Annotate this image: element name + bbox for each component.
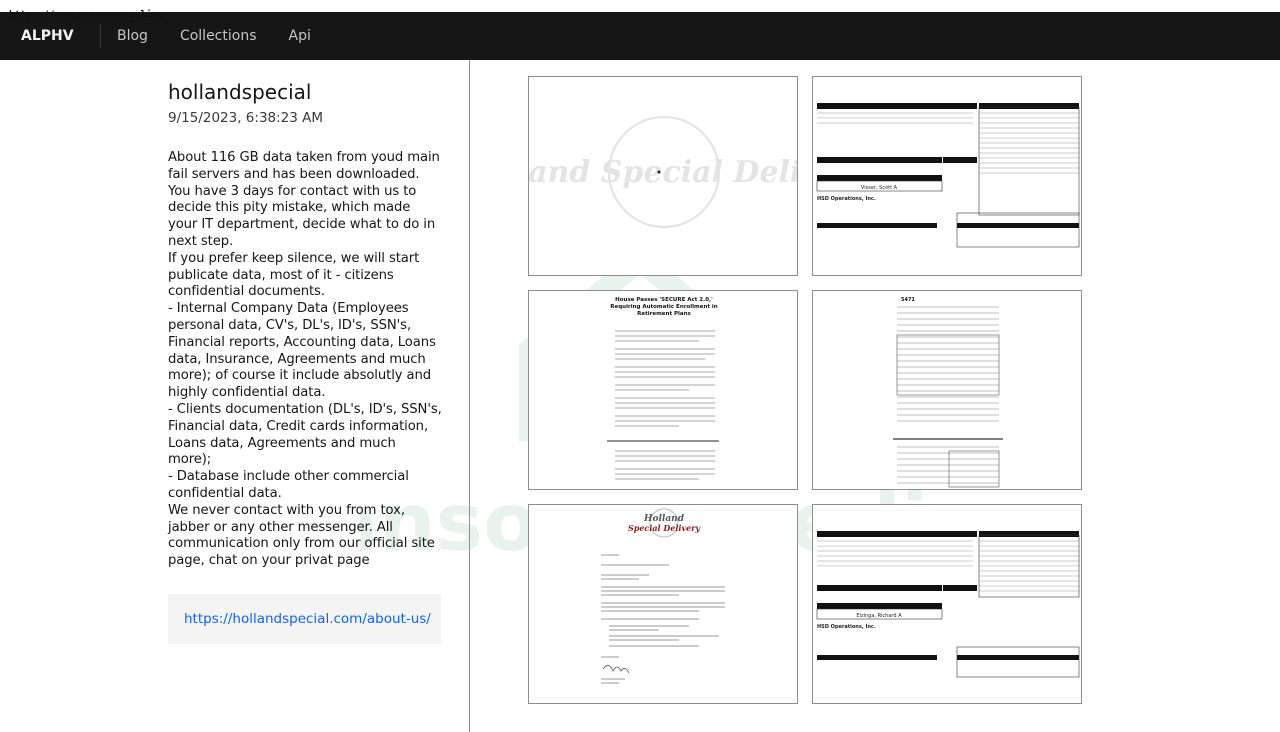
svg-text:Retirement Plans: Retirement Plans — [637, 311, 691, 317]
thumb-company: HSD Operations, Inc. — [817, 624, 876, 630]
gallery-thumbnail[interactable]: 5471 — [812, 290, 1082, 490]
post-title: hollandspecial — [168, 80, 312, 104]
post-description: About 116 GB data taken from youd main f… — [168, 150, 442, 569]
gallery-thumbnail[interactable]: Holland Special Delivery — [528, 504, 798, 704]
nav-link-collections[interactable]: Collections — [164, 12, 273, 60]
url-stamp: https://www.ransomware.live — [9, 10, 164, 20]
svg-text:House Passes 'SECURE Act 2.0,': House Passes 'SECURE Act 2.0,' — [615, 297, 713, 303]
thumb-employee-name: Elzinga, Richard A — [856, 613, 902, 619]
brand-logo[interactable]: ALPHV — [0, 24, 101, 48]
gallery-thumbnail[interactable]: House Passes 'SECURE Act 2.0,' Requiring… — [528, 290, 798, 490]
gallery-thumbnail[interactable]: Elzinga, Richard A HSD Operations, Inc. — [812, 504, 1082, 704]
gallery-thumbnail[interactable]: Visser, Scott A HSD Operations, Inc. — [812, 76, 1082, 276]
post-link-box: https://hollandspecial.com/about-us/ — [168, 594, 441, 644]
svg-text:Requiring Automatic Enrollment: Requiring Automatic Enrollment in — [610, 304, 718, 310]
thumb-employee-name: Visser, Scott A — [861, 185, 898, 191]
thumb-logo-text: Holland Special Delivery — [529, 155, 798, 190]
screenshot-gallery: Holland Special Delivery Visser, Scott A… — [528, 76, 1088, 716]
post-details-panel: hollandspecial 9/15/2023, 6:38:23 AM Abo… — [0, 60, 470, 732]
top-navigation-bar: ALPHV Blog Collections Api — [0, 12, 1280, 60]
nav-link-api[interactable]: Api — [273, 12, 327, 60]
post-website-link[interactable]: https://hollandspecial.com/about-us/ — [184, 611, 431, 627]
post-date: 9/15/2023, 6:38:23 AM — [168, 110, 324, 126]
svg-text:Special Delivery: Special Delivery — [628, 523, 701, 533]
gallery-thumbnail[interactable]: Holland Special Delivery — [528, 76, 798, 276]
thumb-company: HSD Operations, Inc. — [817, 196, 876, 202]
thumb-form-number: 5471 — [901, 297, 915, 303]
